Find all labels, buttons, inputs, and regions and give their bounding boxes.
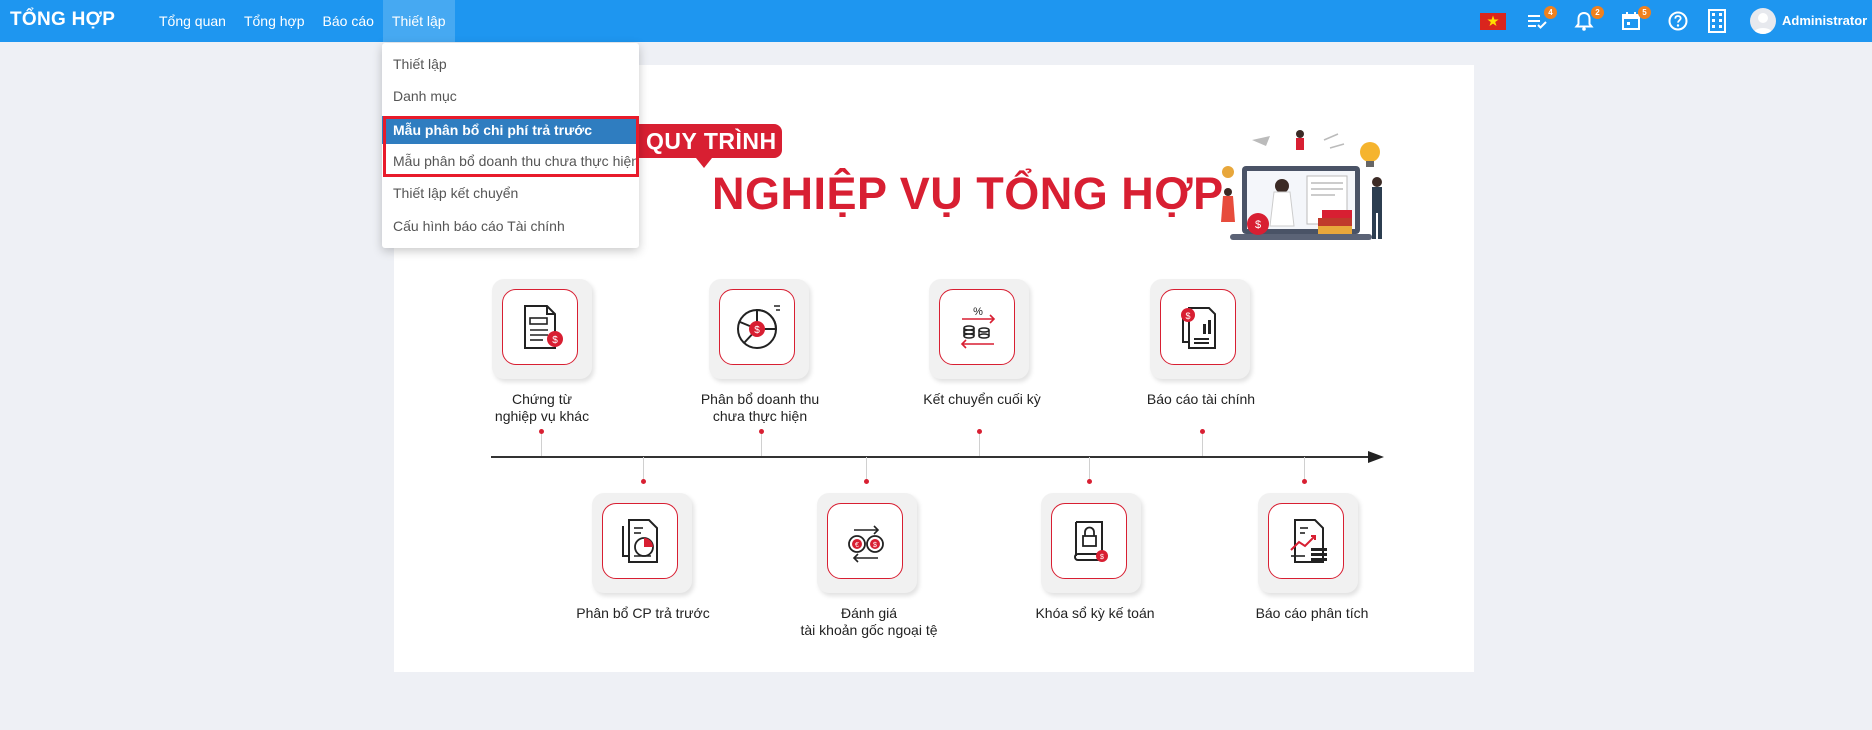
timeline-dot bbox=[1200, 429, 1205, 434]
step-label: Phân bổ doanh thu chưa thực hiện bbox=[660, 391, 860, 425]
timeline-dot bbox=[539, 429, 544, 434]
step-bao-cao-phan-tich[interactable] bbox=[1258, 493, 1358, 593]
transfer-coins-icon: % bbox=[960, 306, 996, 349]
step-icon-frame: $ bbox=[1051, 503, 1127, 579]
step-bao-cao-tai-chinh[interactable]: $ bbox=[1150, 279, 1250, 379]
step-label-line: Chứng từ bbox=[512, 391, 572, 407]
step-label: Đánh giá tài khoản gốc ngoại tệ bbox=[769, 605, 969, 639]
avatar[interactable] bbox=[1750, 8, 1776, 34]
step-label-line: Phân bổ doanh thu bbox=[700, 391, 820, 407]
username[interactable]: Administrator bbox=[1782, 13, 1867, 28]
step-label-line: Báo cáo tài chính bbox=[1146, 391, 1256, 407]
svg-text:%: % bbox=[973, 306, 983, 318]
connector-line bbox=[866, 457, 867, 481]
svg-text:$: $ bbox=[1185, 311, 1190, 321]
step-chung-tu[interactable]: $ bbox=[492, 279, 592, 379]
menu-item-mau-phan-bo-chi-phi[interactable]: Mẫu phân bổ chi phí trả trước bbox=[382, 116, 639, 144]
step-phan-bo-cp-tra-truoc[interactable] bbox=[592, 493, 692, 593]
process-timeline bbox=[491, 456, 1371, 458]
menu-item-mau-phan-bo-doanh-thu[interactable]: Mẫu phân bổ doanh thu chưa thực hiện bbox=[382, 147, 639, 175]
vietnam-flag-icon[interactable] bbox=[1480, 13, 1506, 30]
svg-text:$: $ bbox=[1255, 219, 1261, 231]
tasks-badge: 4 bbox=[1544, 6, 1557, 19]
step-label-line: Khóa sổ kỳ kế toán bbox=[1035, 605, 1155, 621]
currency-exchange-icon: € $ bbox=[848, 525, 884, 563]
svg-text:$: $ bbox=[754, 325, 760, 336]
timeline-dot bbox=[864, 479, 869, 484]
step-icon-frame bbox=[1268, 503, 1344, 579]
menu-item-thiet-lap-ket-chuyen[interactable]: Thiết lập kết chuyển bbox=[382, 179, 639, 207]
step-label: Phân bổ CP trả trước bbox=[543, 605, 743, 622]
top-navigation-bar: TỔNG HỢP Tổng quan Tổng hợp Báo cáo Thiế… bbox=[0, 0, 1872, 42]
timeline-dot bbox=[1087, 479, 1092, 484]
step-label-line: tài khoản gốc ngoại tệ bbox=[800, 622, 938, 638]
svg-text:€: € bbox=[855, 542, 859, 549]
app-brand[interactable]: TỔNG HỢP bbox=[10, 9, 115, 31]
process-tag: QUY TRÌNH bbox=[638, 124, 782, 168]
connector-line bbox=[979, 432, 980, 456]
connector-line bbox=[541, 432, 542, 456]
business-illustration-icon: $ bbox=[1221, 130, 1382, 240]
svg-text:$: $ bbox=[873, 542, 877, 549]
apps-grid-icon[interactable] bbox=[1705, 9, 1729, 33]
step-label-line: Kết chuyển cuối kỳ bbox=[923, 391, 1041, 407]
step-label: Khóa sổ kỳ kế toán bbox=[995, 605, 1195, 622]
step-ket-chuyen[interactable]: % bbox=[929, 279, 1029, 379]
step-phan-bo-doanh-thu[interactable]: $ bbox=[709, 279, 809, 379]
nav-thiet-lap[interactable]: Thiết lập bbox=[382, 0, 455, 42]
step-label-line: Báo cáo phân tích bbox=[1255, 605, 1369, 621]
nav-bao-cao[interactable]: Báo cáo bbox=[314, 0, 383, 42]
allocation-document-icon bbox=[622, 519, 658, 563]
step-danh-gia-ngoai-te[interactable]: € $ bbox=[817, 493, 917, 593]
connector-line bbox=[1202, 432, 1203, 456]
step-icon-frame: $ bbox=[502, 289, 578, 365]
step-khoa-so[interactable]: $ bbox=[1041, 493, 1141, 593]
calendar-icon[interactable]: 5 bbox=[1619, 6, 1651, 33]
step-icon-frame bbox=[602, 503, 678, 579]
pie-chart-dollar-icon: $ bbox=[737, 305, 780, 349]
menu-item-danh-muc[interactable]: Danh mục bbox=[382, 82, 639, 110]
connector-line bbox=[1089, 457, 1090, 481]
menu-item-thiet-lap[interactable]: Thiết lập bbox=[382, 50, 639, 78]
step-icon-frame: $ bbox=[719, 289, 795, 365]
step-label-line: chưa thực hiện bbox=[712, 408, 808, 424]
thiet-lap-dropdown-menu: Thiết lập Danh mục Mẫu phân bổ chi phí t… bbox=[382, 43, 639, 248]
timeline-dot bbox=[759, 429, 764, 434]
nav-tong-quan[interactable]: Tổng quan bbox=[150, 0, 235, 42]
timeline-arrowhead bbox=[1368, 451, 1384, 463]
step-icon-frame: % bbox=[939, 289, 1015, 365]
menu-item-cau-hinh-bao-cao[interactable]: Cấu hình báo cáo Tài chính bbox=[382, 212, 639, 240]
step-label-line: Phân bổ CP trả trước bbox=[576, 605, 710, 621]
lock-book-icon: $ bbox=[1074, 521, 1108, 562]
svg-text:$: $ bbox=[1100, 554, 1104, 561]
step-label-line: Đánh giá bbox=[840, 605, 898, 621]
timeline-dot bbox=[977, 429, 982, 434]
help-icon[interactable] bbox=[1666, 9, 1690, 33]
step-icon-frame: € $ bbox=[827, 503, 903, 579]
nav-tong-hop[interactable]: Tổng hợp bbox=[235, 0, 314, 42]
connector-line bbox=[643, 457, 644, 481]
timeline-dot bbox=[1302, 479, 1307, 484]
notifications-badge: 2 bbox=[1591, 6, 1604, 19]
financial-report-icon: $ bbox=[1181, 307, 1216, 349]
step-label: Kết chuyển cuối kỳ bbox=[882, 391, 1082, 408]
step-label: Chứng từ nghiệp vụ khác bbox=[442, 391, 642, 425]
document-dollar-icon: $ bbox=[524, 305, 563, 349]
analysis-report-icon bbox=[1290, 519, 1327, 563]
main-nav: Tổng quan Tổng hợp Báo cáo Thiết lập bbox=[150, 0, 455, 42]
process-title: NGHIỆP VỤ TỔNG HỢP bbox=[712, 168, 1224, 219]
bell-icon[interactable]: 2 bbox=[1572, 6, 1604, 33]
step-label-line: nghiệp vụ khác bbox=[494, 408, 590, 424]
connector-line bbox=[1304, 457, 1305, 481]
svg-text:$: $ bbox=[552, 335, 558, 346]
step-label: Báo cáo tài chính bbox=[1101, 391, 1301, 408]
task-list-icon[interactable]: 4 bbox=[1525, 6, 1557, 33]
connector-line bbox=[761, 432, 762, 456]
calendar-badge: 5 bbox=[1638, 6, 1651, 19]
step-label: Báo cáo phân tích bbox=[1212, 605, 1412, 622]
timeline-dot bbox=[641, 479, 646, 484]
step-icon-frame: $ bbox=[1160, 289, 1236, 365]
